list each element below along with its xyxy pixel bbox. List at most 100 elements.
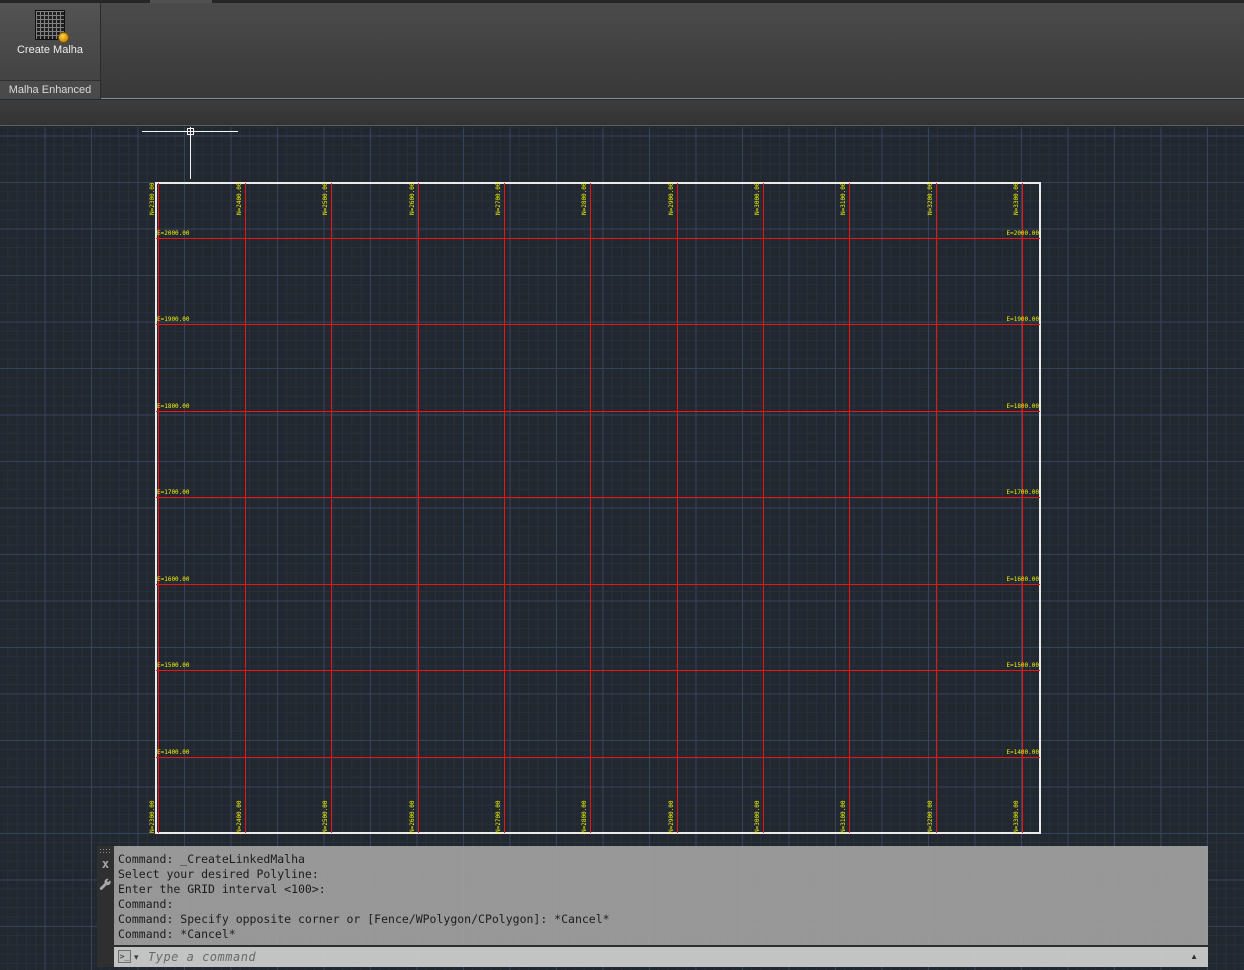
malha-enhanced-panel: Create Malha Malha Enhanced: [0, 3, 101, 99]
mesh-label-north-bottom[interactable]: N=3200.00: [927, 800, 935, 833]
customize-wrench-icon[interactable]: [98, 878, 113, 893]
mesh-label-text: N=3300.00: [1013, 800, 1020, 833]
mesh-label-text: N=2400.00: [236, 800, 243, 833]
mesh-grid-line-vertical[interactable]: [849, 183, 850, 833]
mesh-label-text: N=2600.00: [409, 800, 416, 833]
mesh-label-north-bottom[interactable]: N=2800.00: [581, 800, 589, 833]
command-window-side-strip[interactable]: x: [97, 846, 114, 967]
mesh-label-text: N=2800.00: [581, 800, 588, 833]
command-history-line: Command:: [118, 897, 174, 911]
scroll-up-arrow-icon[interactable]: ▲: [1190, 950, 1198, 964]
command-window: x Command: _CreateLinkedMalha Select your…: [97, 846, 1208, 967]
mesh-grid-line-vertical[interactable]: [245, 183, 246, 833]
mesh-grid-line-vertical[interactable]: [158, 183, 159, 833]
mesh-label-east-right[interactable]: E=1900.00: [997, 316, 1039, 323]
mesh-grid-line-horizontal[interactable]: [156, 411, 1040, 412]
command-input-row[interactable]: >_ ▾ Type a command ▲: [114, 945, 1208, 967]
dropdown-caret-icon[interactable]: ▾: [134, 949, 139, 965]
mesh-label-north-top[interactable]: N=2300.00: [149, 182, 157, 215]
mesh-label-east-left[interactable]: E=1500.00: [157, 662, 199, 669]
mesh-label-text: N=2700.00: [495, 800, 502, 833]
command-history[interactable]: Command: _CreateLinkedMalha Select your d…: [114, 846, 1208, 945]
mesh-label-east-left[interactable]: E=1900.00: [157, 316, 199, 323]
ribbon: Create Malha Malha Enhanced: [0, 0, 1244, 127]
mesh-boundary-polyline[interactable]: [155, 182, 1041, 834]
drawing-layer: N=2300.00 N=2300.00 N=2400.00 N=2400.00 N=25…: [0, 0, 1244, 970]
recent-commands-button[interactable]: >_: [118, 950, 131, 963]
mesh-label-north-top[interactable]: N=3000.00: [754, 182, 762, 215]
close-icon[interactable]: x: [97, 856, 114, 872]
mesh-label-north-top[interactable]: N=2700.00: [495, 182, 503, 215]
mesh-grid-line-horizontal[interactable]: [156, 757, 1040, 758]
mesh-label-text: N=2600.00: [409, 182, 416, 215]
command-history-line: Select your desired Polyline:: [118, 867, 319, 881]
mesh-label-text: N=3300.00: [1013, 182, 1020, 215]
mesh-label-text: N=2500.00: [322, 182, 329, 215]
mesh-label-north-bottom[interactable]: N=2700.00: [495, 800, 503, 833]
mesh-label-east-left[interactable]: E=1600.00: [157, 576, 199, 583]
mesh-grid-line-horizontal[interactable]: [156, 670, 1040, 671]
mesh-label-east-right[interactable]: E=1800.00: [997, 403, 1039, 410]
mesh-label-north-bottom[interactable]: N=2900.00: [668, 800, 676, 833]
mesh-label-east-left[interactable]: E=2000.00: [157, 230, 199, 237]
mesh-label-east-right[interactable]: E=2000.00: [997, 230, 1039, 237]
mesh-grid-line-horizontal[interactable]: [156, 497, 1040, 498]
command-input-placeholder[interactable]: Type a command: [148, 949, 256, 966]
mesh-grid-line-vertical[interactable]: [418, 183, 419, 833]
mesh-label-north-bottom[interactable]: N=3300.00: [1013, 800, 1021, 833]
mesh-label-text: N=2900.00: [668, 800, 675, 833]
create-malha-button[interactable]: Create Malha: [2, 5, 98, 78]
mesh-label-text: N=2700.00: [495, 182, 502, 215]
mesh-label-east-right[interactable]: E=1700.00: [997, 489, 1039, 496]
mesh-grid-line-vertical[interactable]: [331, 183, 332, 833]
mesh-label-north-bottom[interactable]: N=3000.00: [754, 800, 762, 833]
ribbon-body: Create Malha Malha Enhanced: [0, 3, 1244, 99]
mesh-label-text: N=3100.00: [840, 182, 847, 215]
mesh-label-east-right[interactable]: E=1400.00: [997, 749, 1039, 756]
mesh-label-text: N=2300.00: [149, 182, 156, 215]
mesh-label-text: N=2400.00: [236, 182, 243, 215]
mesh-label-north-top[interactable]: N=2400.00: [236, 182, 244, 215]
mesh-label-north-top[interactable]: N=3300.00: [1013, 182, 1021, 215]
mesh-label-north-bottom[interactable]: N=3100.00: [840, 800, 848, 833]
mesh-label-north-top[interactable]: N=3200.00: [927, 182, 935, 215]
mesh-grid-line-vertical[interactable]: [590, 183, 591, 833]
mesh-label-north-top[interactable]: N=2800.00: [581, 182, 589, 215]
mesh-label-text: N=2800.00: [581, 182, 588, 215]
mesh-label-north-bottom[interactable]: N=2600.00: [409, 800, 417, 833]
mesh-label-text: N=3000.00: [754, 182, 761, 215]
mesh-label-text: N=2900.00: [668, 182, 675, 215]
mesh-label-north-top[interactable]: N=2600.00: [409, 182, 417, 215]
mesh-grid-line-horizontal[interactable]: [156, 238, 1040, 239]
mesh-grid-line-vertical[interactable]: [763, 183, 764, 833]
mesh-label-north-top[interactable]: N=2500.00: [322, 182, 330, 215]
mesh-label-text: N=2300.00: [149, 800, 156, 833]
command-history-line: Command: *Cancel*: [118, 927, 236, 941]
drag-grip-icon[interactable]: [99, 848, 112, 854]
mesh-label-east-left[interactable]: E=1400.00: [157, 749, 199, 756]
mesh-label-north-top[interactable]: N=3100.00: [840, 182, 848, 215]
mesh-label-east-right[interactable]: E=1500.00: [997, 662, 1039, 669]
panel-title[interactable]: Malha Enhanced: [0, 80, 100, 99]
ribbon-subbar: [0, 100, 1244, 126]
mesh-grid-line-horizontal[interactable]: [156, 324, 1040, 325]
mesh-label-text: N=3000.00: [754, 800, 761, 833]
malha-grid-icon: [35, 10, 69, 43]
mesh-label-north-top[interactable]: N=2900.00: [668, 182, 676, 215]
command-history-line: Command: Specify opposite corner or [Fen…: [118, 912, 610, 926]
mesh-label-text: N=3200.00: [927, 182, 934, 215]
mesh-label-north-bottom[interactable]: N=2300.00: [149, 800, 157, 833]
mesh-grid-line-horizontal[interactable]: [156, 584, 1040, 585]
mesh-grid-line-vertical[interactable]: [1022, 183, 1023, 833]
mesh-label-north-bottom[interactable]: N=2500.00: [322, 800, 330, 833]
mesh-label-text: N=3200.00: [927, 800, 934, 833]
mesh-label-east-left[interactable]: E=1800.00: [157, 403, 199, 410]
crosshair-pickbox: [187, 128, 194, 135]
mesh-label-east-right[interactable]: E=1600.00: [997, 576, 1039, 583]
mesh-label-north-bottom[interactable]: N=2400.00: [236, 800, 244, 833]
mesh-grid-line-vertical[interactable]: [677, 183, 678, 833]
node-dot-glyph: [58, 32, 69, 43]
mesh-label-east-left[interactable]: E=1700.00: [157, 489, 199, 496]
mesh-grid-line-vertical[interactable]: [504, 183, 505, 833]
mesh-grid-line-vertical[interactable]: [936, 183, 937, 833]
